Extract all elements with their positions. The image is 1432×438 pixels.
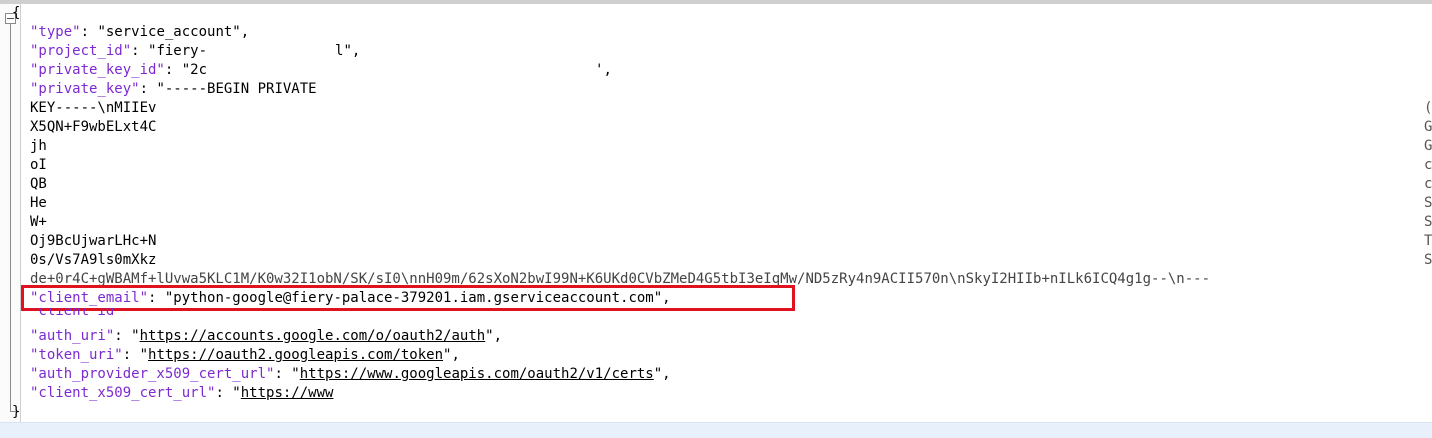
client-email-highlight bbox=[21, 285, 795, 311]
key-continuation-line: oI bbox=[30, 157, 47, 173]
line-auth-provider-cert-url[interactable]: "auth_provider_x509_cert_url": "https://… bbox=[30, 365, 671, 384]
right-edge-char: S bbox=[1424, 252, 1432, 268]
auth-provider-cert-link[interactable]: https://www.googleapis.com/oauth2/v1/cer… bbox=[300, 366, 654, 382]
json-key: "client_id" bbox=[30, 308, 123, 318]
json-value-tail: l" bbox=[335, 43, 352, 59]
json-value: "service_account" bbox=[97, 24, 241, 40]
right-edge-char: ( bbox=[1424, 100, 1432, 116]
right-edge-char: S bbox=[1424, 214, 1432, 230]
json-key: "token_uri" bbox=[30, 347, 123, 363]
line-client-cert-url[interactable]: "client_x509_cert_url": "https://www bbox=[30, 384, 333, 403]
json-key: "private_key" bbox=[30, 81, 140, 97]
json-value-partial: "2c bbox=[181, 62, 208, 78]
key-continuation-line: Oj9BcUjwarLHc+N bbox=[30, 233, 157, 249]
line-private-key[interactable]: "private_key": "-----BEGIN PRIVATE bbox=[30, 80, 317, 99]
open-brace: { bbox=[12, 5, 21, 21]
json-key: "auth_provider_x509_cert_url" bbox=[30, 366, 275, 382]
json-key: "auth_uri" bbox=[30, 328, 115, 344]
line-token-uri[interactable]: "token_uri": "https://oauth2.googleapis.… bbox=[30, 346, 460, 365]
top-border bbox=[0, 0, 1432, 4]
right-edge-char: c bbox=[1424, 157, 1432, 173]
close-brace: } bbox=[12, 404, 21, 420]
json-key: "project_id" bbox=[30, 43, 132, 59]
line-type[interactable]: "type": "service_account", bbox=[30, 23, 249, 42]
json-key: "type" bbox=[30, 24, 81, 40]
right-edge-char: c bbox=[1424, 176, 1432, 192]
line-private-key-id[interactable]: "private_key_id": "2c ', bbox=[30, 61, 612, 80]
json-value-partial: "fiery- bbox=[148, 43, 208, 59]
json-key: "client_x509_cert_url" bbox=[30, 385, 216, 401]
fold-line bbox=[10, 24, 11, 411]
key-continuation-line: QB bbox=[30, 176, 47, 192]
key-continuation-line: X5QN+F9wbELxt4C bbox=[30, 119, 157, 135]
current-line-row[interactable] bbox=[0, 422, 1432, 438]
fold-gutter bbox=[0, 4, 21, 422]
right-edge-char: S bbox=[1424, 195, 1432, 211]
line-client-id[interactable]: "client_id" bbox=[30, 308, 123, 318]
auth-uri-link[interactable]: https://accounts.google.com/o/oauth2/aut… bbox=[140, 328, 486, 344]
line-auth-uri[interactable]: "auth_uri": "https://accounts.google.com… bbox=[30, 327, 502, 346]
right-edge-char: G bbox=[1424, 138, 1432, 154]
json-value: "-----BEGIN PRIVATE bbox=[156, 81, 317, 97]
json-key: "private_key_id" bbox=[30, 62, 165, 78]
key-continuation-line: KEY-----\nMIIEv bbox=[30, 100, 157, 116]
key-continuation-line: W+ bbox=[30, 214, 47, 230]
line-project-id[interactable]: "project_id": "fiery-l", bbox=[30, 42, 360, 61]
right-edge-char: G bbox=[1424, 119, 1432, 135]
key-continuation-line: 0s/Vs7A9ls0mXkz bbox=[30, 252, 157, 268]
token-uri-link[interactable]: https://oauth2.googleapis.com/token bbox=[148, 347, 443, 363]
key-continuation-line: jh bbox=[30, 138, 47, 154]
right-edge-char: T bbox=[1424, 233, 1432, 249]
key-continuation-line: He bbox=[30, 195, 47, 211]
client-cert-link[interactable]: https://www bbox=[241, 385, 334, 401]
